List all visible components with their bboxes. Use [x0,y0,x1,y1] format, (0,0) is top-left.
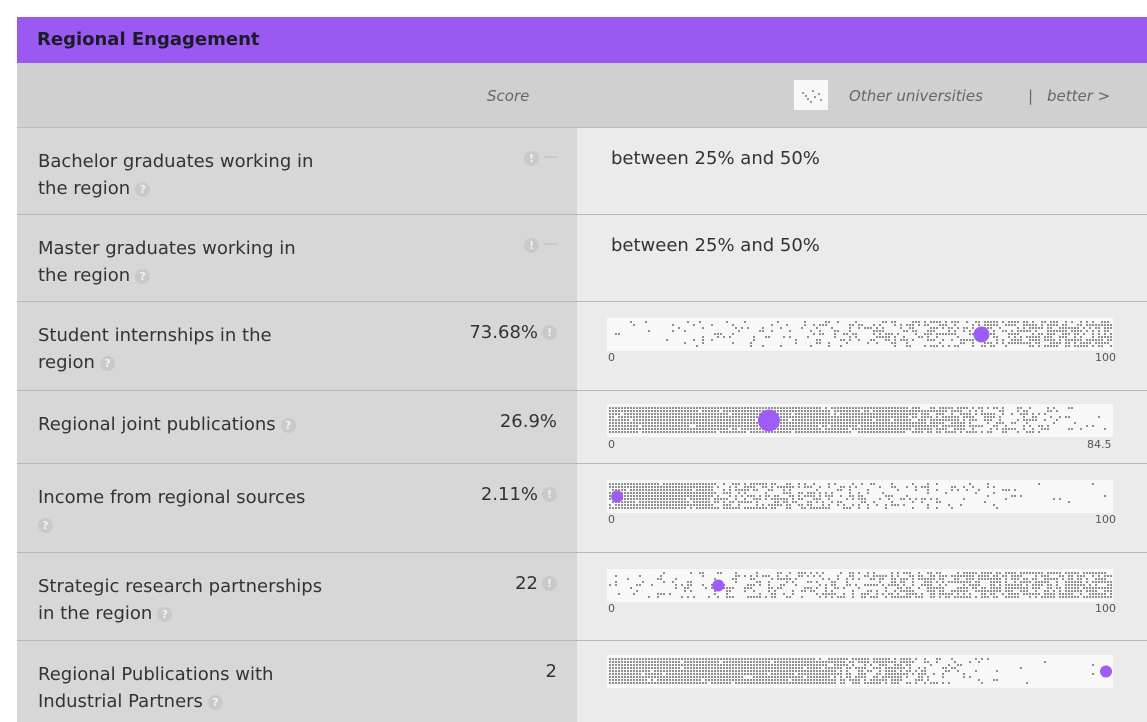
no-data-dash [544,156,557,158]
top-border [0,0,1147,4]
indicator-score: 22! [515,573,557,594]
indicator-label-line1: Strategic research partnerships [38,576,323,597]
indicator-label-line1: Income from regional sources [38,487,306,508]
warning-icon[interactable]: ! [542,325,557,340]
university-position-marker[interactable] [757,409,780,432]
axis-max-label: 100 [1095,351,1116,364]
indicator-value-text: between 25% and 50% [611,148,820,169]
no-data-dash [544,243,557,245]
axis-max-label: 100 [1095,602,1116,615]
other-universities-dots [609,572,1112,598]
indicator-label-line1: Regional joint publications [38,414,276,435]
distribution-strip[interactable] [607,569,1113,602]
indicator-row-student-internships: Student internships in the region? 73.68%… [17,302,1147,391]
axis-min-label: 0 [608,351,615,364]
help-icon[interactable]: ? [135,269,151,284]
indicator-row-income-regional-sources: Income from regional sources? 2.11%! 0 1… [17,464,1147,553]
axis-max-label: 100 [1095,513,1116,526]
indicator-score: ! [520,148,557,169]
distribution-strip[interactable] [607,318,1113,351]
score-value: 2.11% [480,484,538,505]
indicator-value-text: between 25% and 50% [611,235,820,256]
indicator-label-line1: Regional Publications with [38,664,274,685]
warning-icon[interactable]: ! [524,151,539,166]
indicator-row-regional-publications-industrial: Regional Publications with Industrial Par… [17,641,1147,722]
warning-icon[interactable]: ! [524,238,539,253]
axis-min-label: 0 [608,513,615,526]
warning-icon[interactable]: ! [542,487,557,502]
university-position-marker[interactable] [1100,665,1112,678]
axis-max-label: 84.5 [1087,438,1112,451]
help-icon[interactable]: ? [99,356,115,371]
score-value: 22 [515,573,538,594]
help-icon[interactable]: ? [157,607,173,622]
distribution-svg [615,321,1112,347]
other-universities-legend: Other universities [849,87,983,105]
indicator-table: Score Other universities | better > Bach… [17,63,1147,722]
indicator-label: Strategic research partnerships in the re… [38,573,378,627]
distribution-svg [609,658,1112,684]
indicator-score: 73.68%! [469,322,557,343]
other-universities-dots [609,407,1106,433]
legend-separator: | [1028,87,1034,105]
indicator-label: Master graduates working in the region? [38,235,378,289]
distribution-svg [609,483,1106,509]
warning-icon[interactable]: ! [542,576,557,591]
help-icon[interactable]: ? [135,182,151,197]
distribution-strip[interactable] [607,480,1113,513]
indicator-label-line2: Industrial Partners [38,691,203,712]
indicator-label-line2: in the region [38,603,153,624]
indicator-score: 26.9% [500,411,557,432]
help-icon[interactable]: ? [38,518,53,533]
indicator-score: 2.11%! [481,484,557,505]
indicator-label: Regional Publications with Industrial Par… [38,661,378,715]
other-universities-dots [609,483,1106,509]
indicator-label-line1: Student internships in the [38,325,272,346]
axis-min-label: 0 [608,602,615,615]
section-title: Regional Engagement [37,29,260,50]
help-icon[interactable]: ? [207,695,223,710]
indicator-label: Student internships in the region? [38,322,378,376]
score-value: 73.68% [469,322,538,343]
regional-engagement-panel: Regional Engagement Score Other universi… [0,0,1147,722]
other-universities-dots [615,321,1112,347]
indicator-label-line2: region [38,352,95,373]
axis-min-label: 0 [608,438,615,451]
score-value: 2 [545,661,557,682]
help-icon[interactable]: ? [280,418,296,433]
indicator-row-strategic-research-partnerships: Strategic research partnerships in the re… [17,553,1147,641]
indicator-row-master-graduates: Master graduates working in the region? !… [17,215,1147,302]
distribution-strip[interactable] [607,404,1113,437]
distribution-svg [609,572,1112,598]
section-header: Regional Engagement [17,17,1147,63]
column-header: Score Other universities | better > [17,63,1147,128]
score-value: 26.9% [499,411,557,432]
other-universities-dots [609,658,1112,684]
university-position-marker[interactable] [973,326,990,343]
university-position-marker[interactable] [611,490,624,503]
score-column-header: Score [487,87,530,105]
indicator-label: Bachelor graduates working in the region? [38,148,378,202]
indicator-label-line1: Bachelor graduates working in [38,151,314,172]
indicator-score: ! [520,235,557,256]
indicator-label-line2: the region [38,178,131,199]
indicator-label-line2: the region [38,265,131,286]
university-position-marker[interactable] [712,579,725,592]
indicator-row-regional-joint-publications: Regional joint publications? 26.9% 0 84.… [17,391,1147,464]
indicator-label: Income from regional sources? [38,484,378,538]
distribution-strip[interactable] [607,655,1113,688]
better-direction-label: better > [1047,87,1111,105]
indicator-score: 2 [546,661,557,682]
indicator-label: Regional joint publications? [38,411,378,438]
indicator-label-line1: Master graduates working in [38,238,296,259]
distribution-svg [609,407,1106,433]
scatter-plot-icon [794,80,828,110]
indicator-row-bachelor-graduates: Bachelor graduates working in the region?… [17,128,1147,215]
